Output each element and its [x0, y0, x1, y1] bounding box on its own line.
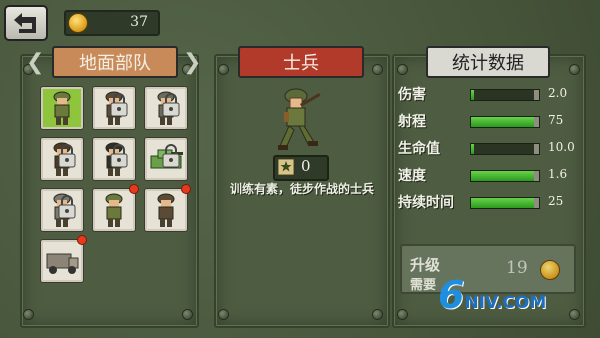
upgrade-need-label: 需要 [410, 278, 437, 293]
stat-bar-fill [471, 198, 534, 208]
new-badge [77, 235, 87, 245]
rank-value: 0 [301, 157, 311, 175]
stat-value: 25 [548, 194, 564, 208]
watermark: 6NIV.COM [438, 276, 546, 314]
stat-label: 速度 [398, 168, 426, 184]
rivet [570, 310, 579, 319]
coin-count: 37 [130, 14, 148, 30]
upgrade-label: 升级 [410, 256, 441, 274]
unit-rifleman-icon [53, 91, 71, 125]
watermark-text: NIV.COM [464, 293, 547, 313]
stat-label: 持续时间 [398, 195, 454, 211]
unit-officer-icon [105, 142, 128, 176]
rivet [219, 65, 228, 74]
unit-tank-icon [150, 144, 183, 169]
unit-description: 训练有素，徒步作战的士兵 [229, 182, 374, 196]
unit-slot-tank[interactable] [144, 137, 188, 181]
prev-category-arrow[interactable]: ❮ [26, 50, 44, 75]
category-title: 地面部队 [79, 53, 151, 74]
stat-label: 射程 [398, 114, 426, 130]
stats-tab: 统计数据 [426, 46, 550, 78]
stat-value: 2.0 [548, 86, 568, 100]
rank-indicator: 0 [273, 155, 329, 181]
stat-bar [470, 116, 540, 128]
stat-bar [470, 197, 540, 209]
stat-bar-fill [471, 117, 534, 127]
back-arrow-icon [14, 13, 36, 33]
back-button[interactable] [4, 5, 48, 41]
unit-slot-grenadier[interactable] [92, 188, 136, 232]
unit-slot-truck[interactable] [40, 239, 84, 283]
unit-slot-gunner[interactable] [144, 188, 188, 232]
rivet [219, 310, 228, 319]
stat-value: 75 [548, 113, 564, 127]
unit-slot-rifleman[interactable] [40, 86, 84, 130]
stat-value: 1.6 [548, 167, 568, 181]
stat-label: 生命值 [398, 141, 440, 157]
rivet [398, 65, 407, 74]
soldier-portrait [278, 88, 321, 150]
unit-slot-sniper[interactable] [40, 137, 84, 181]
rivet [570, 65, 579, 74]
rivet [373, 65, 382, 74]
unit-name-tab: 士兵 [238, 46, 364, 78]
unit-flamethrower-icon [105, 91, 128, 125]
unit-slot-medic[interactable] [40, 188, 84, 232]
stats-title: 统计数据 [452, 53, 524, 74]
unit-machinegunner-icon [157, 91, 180, 125]
rivet [398, 310, 407, 319]
rivet [183, 310, 192, 319]
rivet [373, 310, 382, 319]
unit-sniper-icon [53, 142, 76, 176]
category-tab: 地面部队 [52, 46, 178, 78]
new-badge [129, 184, 139, 194]
unit-name: 士兵 [283, 53, 319, 74]
stat-bar-fill [471, 144, 475, 154]
stat-bar-cap [534, 198, 539, 208]
gold-coin-icon [68, 13, 88, 33]
stat-bar [470, 89, 540, 101]
unit-medic-icon [53, 193, 76, 227]
unit-grenadier-icon [105, 193, 123, 227]
stat-bar-cap [534, 90, 539, 100]
unit-slot-flamethrower[interactable] [92, 86, 136, 130]
stat-bar-cap [534, 117, 539, 127]
next-category-arrow[interactable]: ❯ [183, 50, 201, 75]
stat-bar-fill [471, 171, 534, 181]
rivet [24, 310, 33, 319]
watermark-digit: 6 [438, 273, 465, 317]
rank-insignia-icon [278, 159, 294, 175]
coin-counter: 37 [64, 10, 160, 36]
upgrade-cost: 19 [506, 258, 528, 278]
stat-bar-fill [471, 90, 475, 100]
new-badge [181, 184, 191, 194]
stat-bar-cap [534, 171, 539, 181]
stat-label: 伤害 [398, 87, 426, 103]
stat-value: 10.0 [548, 140, 575, 154]
stat-bar [470, 143, 540, 155]
stat-bar-cap [534, 144, 539, 154]
unit-truck-icon [46, 253, 79, 274]
unit-gunner-icon [157, 193, 175, 227]
unit-slot-machinegunner[interactable] [144, 86, 188, 130]
unit-slot-officer[interactable] [92, 137, 136, 181]
stat-bar [470, 170, 540, 182]
